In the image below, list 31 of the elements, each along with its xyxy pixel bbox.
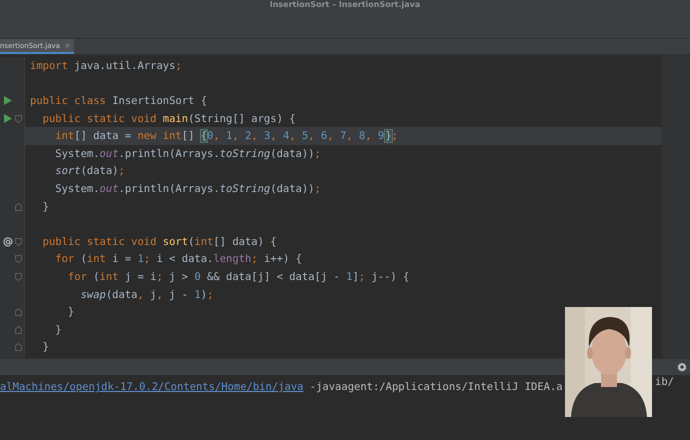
fold-icon[interactable] (15, 343, 22, 352)
code-line: for (int i = 1; i < data.length; i++) { (54, 252, 303, 268)
run-icon[interactable] (4, 96, 12, 106)
fold-icon[interactable] (15, 238, 22, 246)
run-icon[interactable] (4, 114, 12, 124)
path-link[interactable]: alMachines/openjdk-17.0.2/Contents/Home/bin/java (0, 381, 304, 393)
code-line: swap(data, j, j - 1); (80, 288, 214, 303)
fold-icon[interactable] (15, 326, 22, 334)
code-line: sort(data); (54, 164, 126, 180)
fold-icon[interactable] (15, 255, 22, 264)
settings-icon[interactable] (677, 362, 687, 372)
code-line: } (66, 305, 76, 320)
fold-icon[interactable] (15, 272, 22, 281)
code-line: System.out.println(Arrays.toString(data)); (54, 182, 322, 197)
code-line: import java.util.Arrays; (29, 58, 183, 74)
code-line: System.out.println(Arrays.toString(data)); (54, 146, 322, 162)
code-line: } (54, 322, 63, 338)
fold-icon[interactable] (15, 114, 22, 123)
console-output: -javaagent:/Applications/IntelliJ IDEA.a (308, 381, 563, 393)
window-title: InsertionSort – InsertionSort.java (270, 0, 420, 9)
fold-icon[interactable] (15, 308, 22, 316)
console-output: ib/ (655, 376, 674, 388)
at-sign-icon[interactable] (2, 236, 12, 247)
code-line: public class InsertionSort { (29, 94, 208, 109)
code-line: for (int j = i; j > 0 && data[j] < data[j - 1]; j--) { (66, 270, 410, 285)
code-line: } (42, 340, 50, 356)
fold-icon[interactable] (15, 202, 22, 211)
code-line: } (42, 200, 50, 215)
close-icon[interactable] (64, 43, 70, 48)
code-line: public static void sort(int[] data) { (42, 234, 278, 250)
code-line: public static void main(String[] args) { (42, 112, 297, 127)
